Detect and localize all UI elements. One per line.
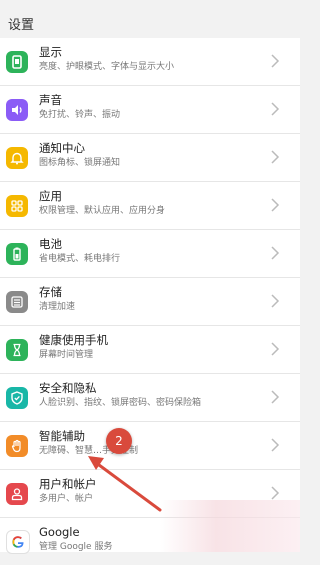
item-subtitle: 清理加速 (39, 302, 76, 312)
bell-icon (6, 146, 28, 169)
step-number-badge: 2 (106, 428, 132, 454)
chevron-right-icon (271, 54, 280, 68)
settings-item-battery[interactable]: 电池 省电模式、耗电排行 (0, 230, 300, 278)
chevron-right-icon (271, 102, 280, 116)
apps-grid-icon (6, 194, 28, 217)
settings-item-apps[interactable]: 应用 权限管理、默认应用、应用分身 (0, 182, 300, 230)
item-title: 安全和隐私 (39, 381, 97, 395)
item-title: 用户和帐户 (39, 477, 97, 491)
speaker-icon (6, 98, 28, 121)
item-subtitle: 权限管理、默认应用、应用分身 (39, 206, 166, 216)
settings-item-storage[interactable]: 存储 清理加速 (0, 278, 300, 326)
item-subtitle: 图标角标、锁屏通知 (39, 158, 121, 168)
item-subtitle: 多用户、帐户 (39, 494, 94, 504)
item-title: 声音 (39, 93, 62, 107)
chevron-right-icon (271, 438, 280, 452)
settings-item-sound[interactable]: 声音 免打扰、铃声、振动 (0, 86, 300, 134)
item-subtitle: 屏幕时间管理 (39, 350, 94, 360)
hourglass-icon (6, 338, 28, 361)
chevron-right-icon (271, 486, 280, 500)
item-title: 显示 (39, 45, 62, 59)
user-icon (6, 482, 28, 505)
settings-item-security-privacy[interactable]: 安全和隐私 人脸识别、指纹、锁屏密码、密码保险箱 (0, 374, 300, 422)
chevron-right-icon (271, 342, 280, 356)
settings-item-notifications[interactable]: 通知中心 图标角标、锁屏通知 (0, 134, 300, 182)
item-title: 健康使用手机 (39, 333, 108, 347)
item-subtitle: 人脸识别、指纹、锁屏密码、密码保险箱 (39, 398, 202, 408)
chevron-right-icon (271, 390, 280, 404)
page-title: 设置 (8, 18, 35, 33)
chevron-right-icon (271, 198, 280, 212)
hand-icon (6, 434, 28, 457)
settings-list: 显示 亮度、护眼模式、字体与显示大小 声音 免打扰、铃声、振动 通知中心 图标角… (0, 38, 300, 554)
item-subtitle: 省电模式、耗电排行 (39, 254, 121, 264)
settings-item-digital-wellbeing[interactable]: 健康使用手机 屏幕时间管理 (0, 326, 300, 374)
battery-icon (6, 242, 28, 265)
settings-item-display[interactable]: 显示 亮度、护眼模式、字体与显示大小 (0, 38, 300, 86)
item-title: Google (39, 525, 80, 539)
item-subtitle: 免打扰、铃声、振动 (39, 110, 121, 120)
storage-icon (6, 290, 28, 313)
watermark (160, 500, 300, 552)
settings-item-smart-assist[interactable]: 智能辅助 无障碍、智慧…手势控制 (0, 422, 300, 470)
item-title: 电池 (39, 237, 62, 251)
chevron-right-icon (271, 294, 280, 308)
display-icon (6, 50, 28, 73)
google-g-icon (6, 529, 30, 554)
item-subtitle: 亮度、护眼模式、字体与显示大小 (39, 62, 175, 72)
item-title: 通知中心 (39, 141, 85, 155)
chevron-right-icon (271, 150, 280, 164)
item-title: 存储 (39, 285, 62, 299)
shield-icon (6, 386, 28, 409)
chevron-right-icon (271, 246, 280, 260)
item-title: 应用 (39, 189, 62, 203)
